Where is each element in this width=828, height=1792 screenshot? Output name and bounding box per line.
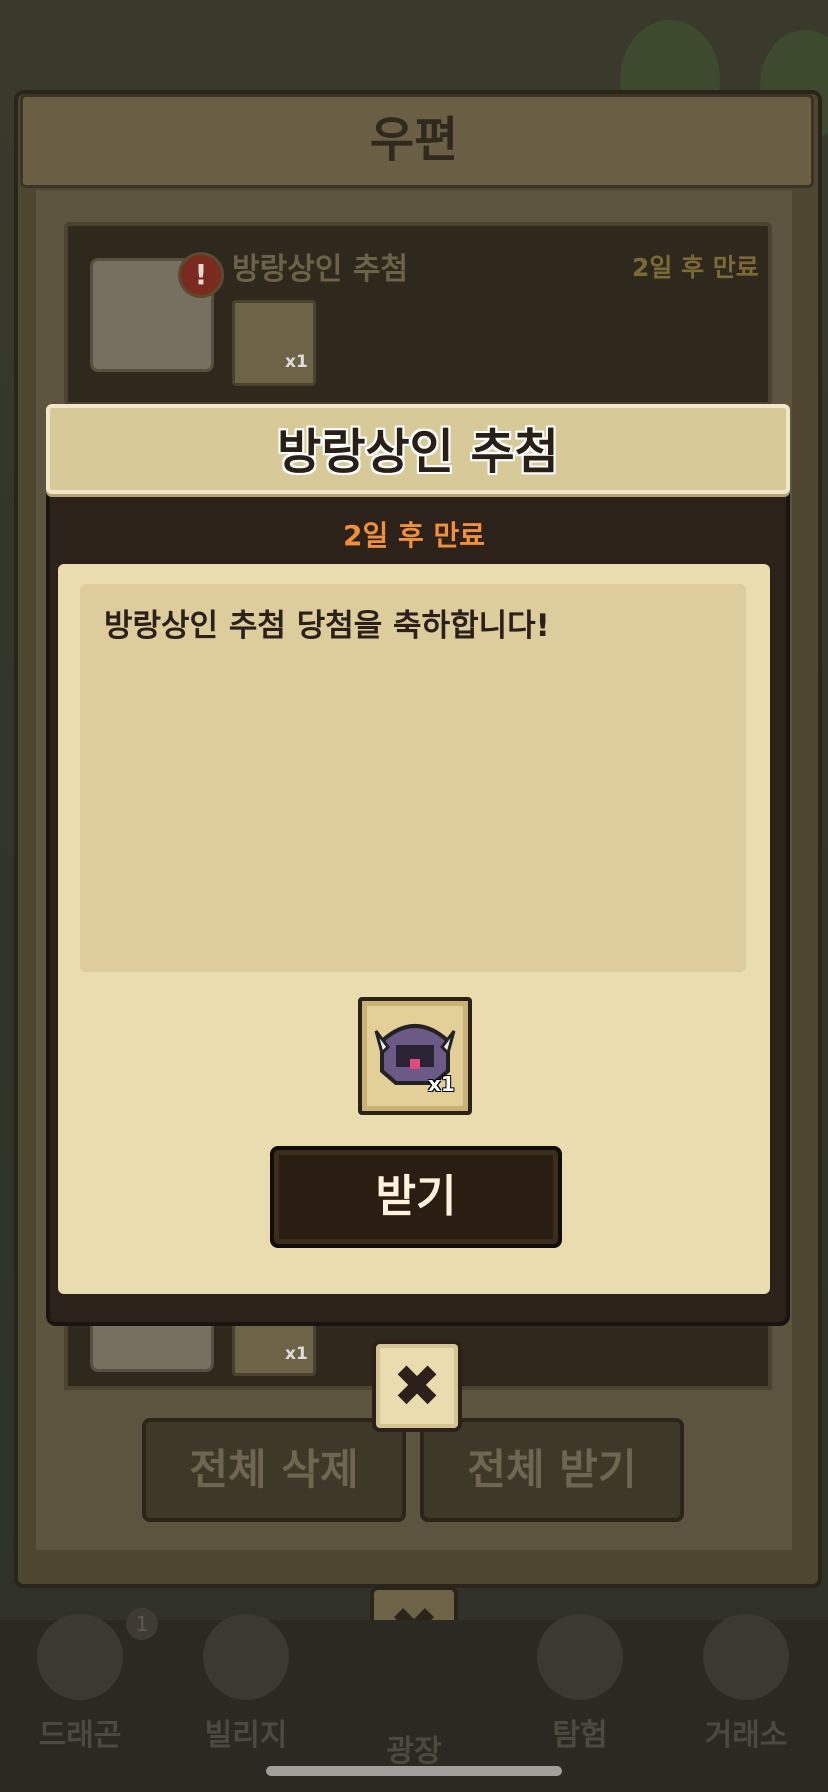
village-icon	[203, 1614, 289, 1700]
mail-item-expiry: 2일 후 만료	[632, 253, 759, 282]
helmet-icon	[232, 300, 316, 386]
reward-count: x1	[428, 1072, 455, 1096]
mail-item-count: x1	[285, 1344, 308, 1364]
nav-item-plaza[interactable]: 광장	[334, 1630, 494, 1770]
dialog-title: 방랑상인 추첨	[277, 424, 559, 480]
nav-badge: 1	[126, 1608, 158, 1640]
home-indicator[interactable]	[266, 1766, 562, 1776]
claim-all-button[interactable]: 전체 받기	[420, 1418, 684, 1522]
nav-item-village[interactable]: 빌리지	[166, 1614, 326, 1754]
nav-label: 드래곤	[38, 1718, 122, 1753]
alert-icon: !	[178, 252, 224, 298]
dialog-message: 방랑상인 추첨 당첨을 축하합니다!	[104, 608, 550, 644]
nav-item-exchange[interactable]: 거래소	[666, 1614, 826, 1754]
exchange-icon	[703, 1614, 789, 1700]
nav-label: 광장	[386, 1734, 442, 1769]
reward-slot[interactable]	[358, 997, 472, 1115]
mail-item-title: 방랑상인 추첨	[232, 252, 409, 287]
mail-title: 우편	[369, 112, 459, 168]
close-icon[interactable]: ✖	[372, 1340, 462, 1432]
claim-button[interactable]: 받기	[270, 1146, 562, 1248]
nav-label: 거래소	[704, 1718, 788, 1753]
delete-all-button[interactable]: 전체 삭제	[142, 1418, 406, 1522]
dialog-expiry: 2일 후 만료	[342, 519, 486, 552]
dragon-icon	[37, 1614, 123, 1700]
nav-label: 탐험	[552, 1718, 608, 1753]
mail-item-count: x1	[285, 352, 308, 372]
compass-icon	[537, 1614, 623, 1700]
nav-label: 빌리지	[204, 1718, 288, 1753]
nav-item-explore[interactable]: 탐험	[500, 1614, 660, 1754]
